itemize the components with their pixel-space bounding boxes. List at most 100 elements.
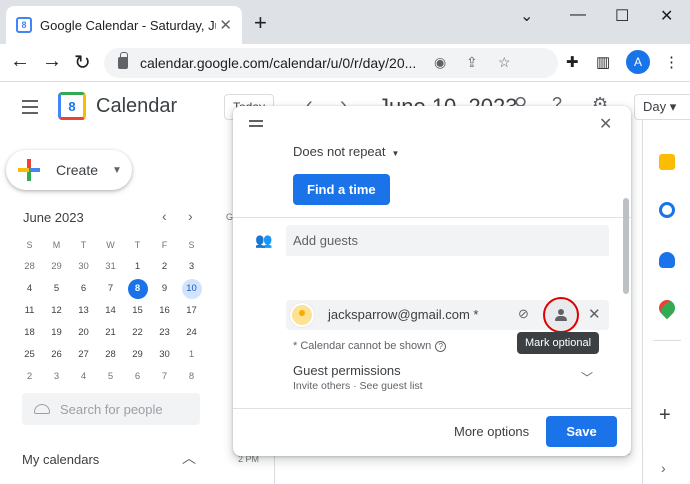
mini-day[interactable]: 8 (124, 278, 151, 300)
mini-day[interactable]: 8 (178, 366, 205, 388)
mini-day[interactable]: 6 (124, 366, 151, 388)
keep-icon[interactable] (659, 154, 675, 170)
mark-optional-button[interactable] (543, 297, 579, 333)
calendar-note: * Calendar cannot be shown? (293, 340, 447, 352)
mini-day[interactable]: 1 (124, 256, 151, 278)
reload-icon[interactable]: ↻ (74, 50, 91, 75)
guest-permissions-title[interactable]: Guest permissions (293, 363, 401, 378)
mini-day[interactable]: 20 (70, 322, 97, 344)
mini-day[interactable]: 21 (97, 322, 124, 344)
create-label: Create (56, 162, 99, 178)
chevron-up-icon[interactable]: ︿ (182, 448, 196, 468)
mini-next-month-icon[interactable]: › (188, 208, 193, 224)
tasks-icon[interactable] (659, 202, 675, 218)
mini-day[interactable]: 5 (43, 278, 70, 300)
mini-day[interactable]: 13 (70, 300, 97, 322)
mini-day[interactable]: 4 (70, 366, 97, 388)
profile-avatar[interactable]: A (626, 50, 650, 74)
view-select[interactable]: Day ▾ (634, 94, 690, 120)
mini-day-number: 8 (188, 371, 195, 382)
close-tab-icon[interactable]: ✕ (219, 16, 232, 34)
help-circle-icon[interactable]: ? (435, 341, 447, 352)
remove-guest-icon[interactable]: ✕ (588, 305, 601, 323)
forward-arrow-icon[interactable]: → (42, 50, 62, 73)
mini-day[interactable]: 29 (43, 256, 70, 278)
bookmark-star-icon[interactable]: ☆ (498, 54, 511, 71)
mini-day[interactable]: 26 (43, 344, 70, 366)
mini-day-number: 27 (78, 349, 89, 360)
dialog-scrollbar[interactable] (623, 198, 629, 294)
mini-day-number: 6 (80, 283, 87, 294)
mini-day-number: 11 (24, 305, 35, 316)
back-arrow-icon[interactable]: ← (10, 50, 30, 73)
new-tab-button[interactable]: + (254, 10, 267, 36)
mini-day[interactable]: 3 (178, 256, 205, 278)
eye-icon[interactable]: ◉ (434, 54, 446, 71)
mini-day[interactable]: 9 (151, 278, 178, 300)
more-options-button[interactable]: More options (454, 424, 529, 439)
drag-handle-icon[interactable] (249, 120, 263, 130)
address-bar[interactable]: calendar.google.com/calendar/u/0/r/day/2… (104, 48, 558, 78)
mini-day[interactable]: 2 (16, 366, 43, 388)
mini-day[interactable]: 5 (97, 366, 124, 388)
url-text: calendar.google.com/calendar/u/0/r/day/2… (140, 55, 417, 71)
mini-day[interactable]: 27 (70, 344, 97, 366)
mini-day[interactable]: 12 (43, 300, 70, 322)
add-guests-input[interactable]: Add guests (286, 225, 609, 256)
mini-day-number: 3 (53, 371, 60, 382)
my-calendars-label[interactable]: My calendars (22, 452, 99, 467)
mini-day[interactable]: 22 (124, 322, 151, 344)
menu-kebab-icon[interactable]: ⋮ (664, 53, 679, 71)
expand-panel-icon[interactable]: › (661, 460, 666, 476)
mini-day[interactable]: 4 (16, 278, 43, 300)
mini-day[interactable]: 10 (178, 278, 205, 300)
create-button[interactable]: Create ▼ (6, 150, 132, 190)
extensions-icon[interactable]: ✚ (566, 53, 579, 71)
mini-day[interactable]: 31 (97, 256, 124, 278)
contacts-icon[interactable] (659, 252, 675, 268)
mini-day[interactable]: 28 (16, 256, 43, 278)
mini-day[interactable]: 3 (43, 366, 70, 388)
mini-day[interactable]: 30 (151, 344, 178, 366)
mini-day[interactable]: 11 (16, 300, 43, 322)
mini-day[interactable]: 7 (97, 278, 124, 300)
maximize-icon[interactable]: ☐ (615, 6, 629, 26)
repeat-select[interactable]: Does not repeat ▼ (293, 144, 399, 159)
chevron-down-icon[interactable]: ﹀ (581, 369, 593, 386)
mini-day[interactable]: 29 (124, 344, 151, 366)
find-time-button[interactable]: Find a time (293, 174, 390, 205)
chevron-down-icon[interactable]: ⌄ (520, 6, 533, 26)
mini-day[interactable]: 19 (43, 322, 70, 344)
mini-day[interactable]: 1 (178, 344, 205, 366)
mini-day[interactable]: 30 (70, 256, 97, 278)
mini-calendar-grid: S M T W T F S 28 29 30 31 1 2 3 4 5 6 7 8 9 10 11 12 13 14 15 16 17… (16, 234, 206, 388)
app-name: Calendar (96, 95, 178, 117)
mini-day[interactable]: 28 (97, 344, 124, 366)
maps-icon[interactable] (655, 296, 679, 320)
mini-day[interactable]: 2 (151, 256, 178, 278)
mini-day-number: 4 (80, 371, 87, 382)
people-icon (34, 404, 50, 414)
close-window-icon[interactable]: ✕ (660, 6, 673, 26)
mini-day[interactable]: 23 (151, 322, 178, 344)
mini-day[interactable]: 15 (124, 300, 151, 322)
main-menu-icon[interactable] (22, 100, 38, 118)
minimize-icon[interactable]: — (570, 6, 586, 24)
browser-tab[interactable]: 8 Google Calendar - Saturday, June ✕ (6, 6, 242, 44)
close-dialog-icon[interactable]: ✕ (599, 114, 612, 134)
search-people-input[interactable]: Search for people (22, 393, 200, 425)
mini-day[interactable]: 14 (97, 300, 124, 322)
mini-day[interactable]: 25 (16, 344, 43, 366)
save-button[interactable]: Save (546, 416, 617, 447)
mini-day[interactable]: 18 (16, 322, 43, 344)
mini-prev-month-icon[interactable]: ‹ (162, 208, 167, 224)
mini-day[interactable]: 16 (151, 300, 178, 322)
share-icon[interactable]: ⇪ (466, 54, 478, 71)
mini-day[interactable]: 24 (178, 322, 205, 344)
side-panel-icon[interactable]: ▥ (596, 53, 610, 71)
mini-day[interactable]: 17 (178, 300, 205, 322)
add-addon-icon[interactable]: + (659, 404, 671, 427)
mini-day[interactable]: 6 (70, 278, 97, 300)
mini-day-number: 28 (105, 349, 116, 360)
mini-day[interactable]: 7 (151, 366, 178, 388)
